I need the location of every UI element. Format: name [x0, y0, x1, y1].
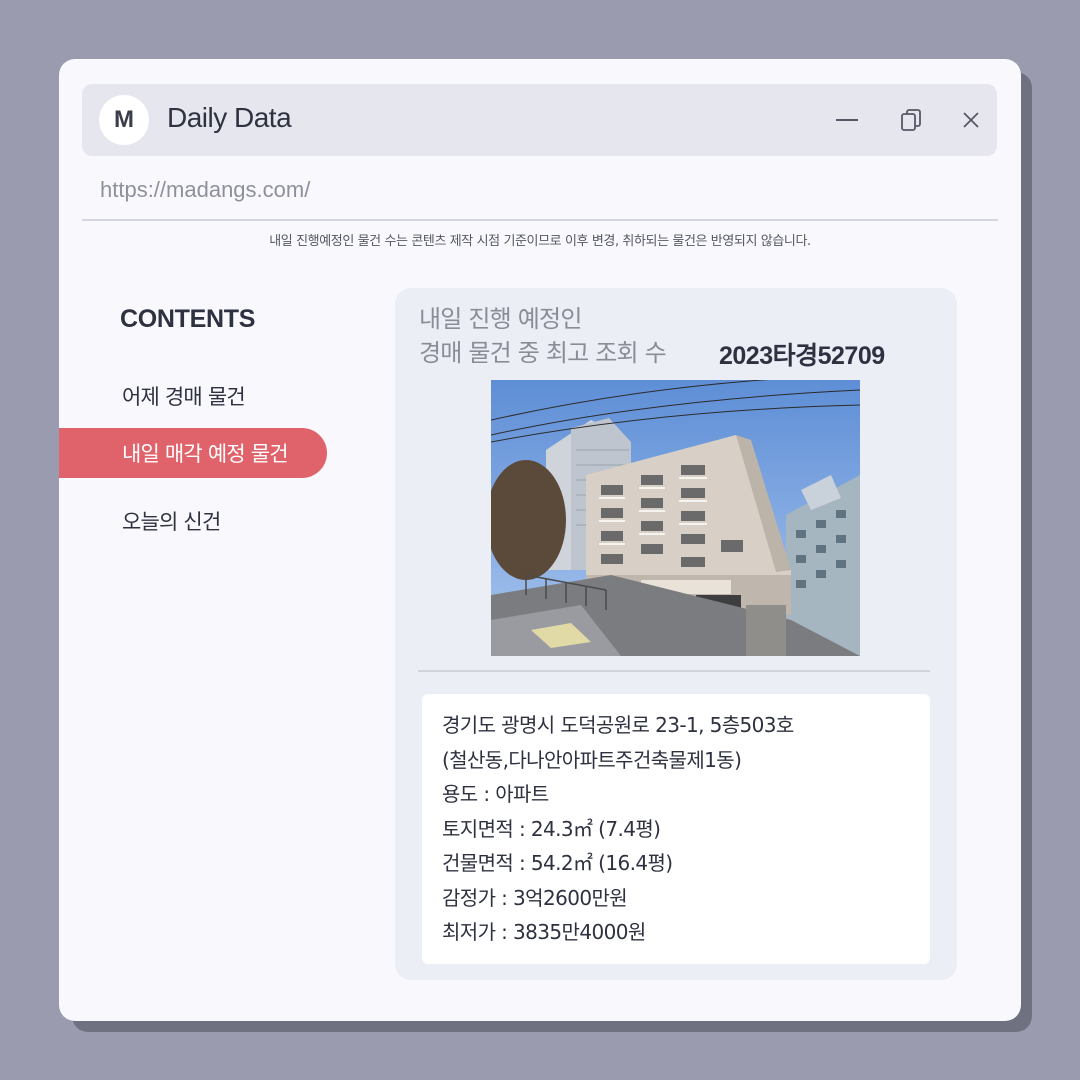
card-heading-line2: 경매 물건 중 최고 조회 수 [419, 339, 667, 367]
notice-text: 내일 진행예정인 물건 수는 콘텐츠 제작 시점 기준이므로 이후 변경, 취하… [269, 234, 811, 249]
sidebar-title: CONTENTS [120, 305, 256, 333]
address-bar-url[interactable]: https://madangs.com/ [100, 177, 310, 203]
sidebar-item-today-new[interactable]: 오늘의 신건 [59, 496, 327, 546]
sidebar-item-tomorrow-sales[interactable]: 내일 매각 예정 물건 [59, 428, 327, 478]
minimize-icon [836, 119, 858, 121]
title-bar: M Daily Data [82, 84, 997, 156]
detail-address-sub: (철산동,다나안아파트주건축물제1동) [442, 747, 742, 772]
close-button[interactable] [957, 106, 985, 134]
card-divider [418, 670, 930, 672]
app-logo: M [99, 95, 149, 145]
copy-button[interactable] [897, 106, 925, 134]
close-icon [963, 112, 979, 128]
apartment-building-illustration [491, 380, 860, 656]
card-heading-line1: 내일 진행 예정인 [419, 305, 582, 333]
featured-property-card: 내일 진행 예정인 경매 물건 중 최고 조회 수 2023타경52709 경기… [395, 288, 957, 980]
app-title: Daily Data [167, 102, 292, 133]
property-photo[interactable] [491, 380, 860, 656]
address-divider [82, 219, 998, 221]
card-heading: 내일 진행 예정인 경매 물건 중 최고 조회 수 [419, 302, 667, 370]
case-number: 2023타경52709 [719, 342, 885, 370]
sidebar-item-yesterday-auctions[interactable]: 어제 경매 물건 [59, 371, 327, 421]
detail-land-area: 토지면적 : 24.3㎡ (7.4평) [442, 816, 661, 841]
browser-window: M Daily Data https://madangs.com/ 내일 진행예… [59, 59, 1021, 1021]
minimize-button[interactable] [833, 106, 861, 134]
detail-address: 경기도 광명시 도덕공원로 23-1, 5층503호 [442, 713, 794, 737]
detail-minimum-price: 최저가 : 3835만4000원 [442, 920, 646, 944]
copy-icon [901, 109, 921, 131]
detail-building-area: 건물면적 : 54.2㎡ (16.4평) [442, 851, 673, 875]
property-details: 경기도 광명시 도덕공원로 23-1, 5층503호 (철산동,다나안아파트주건… [422, 694, 930, 964]
detail-usage: 용도 : 아파트 [442, 782, 549, 806]
detail-appraisal-price: 감정가 : 3억2600만원 [442, 885, 628, 910]
